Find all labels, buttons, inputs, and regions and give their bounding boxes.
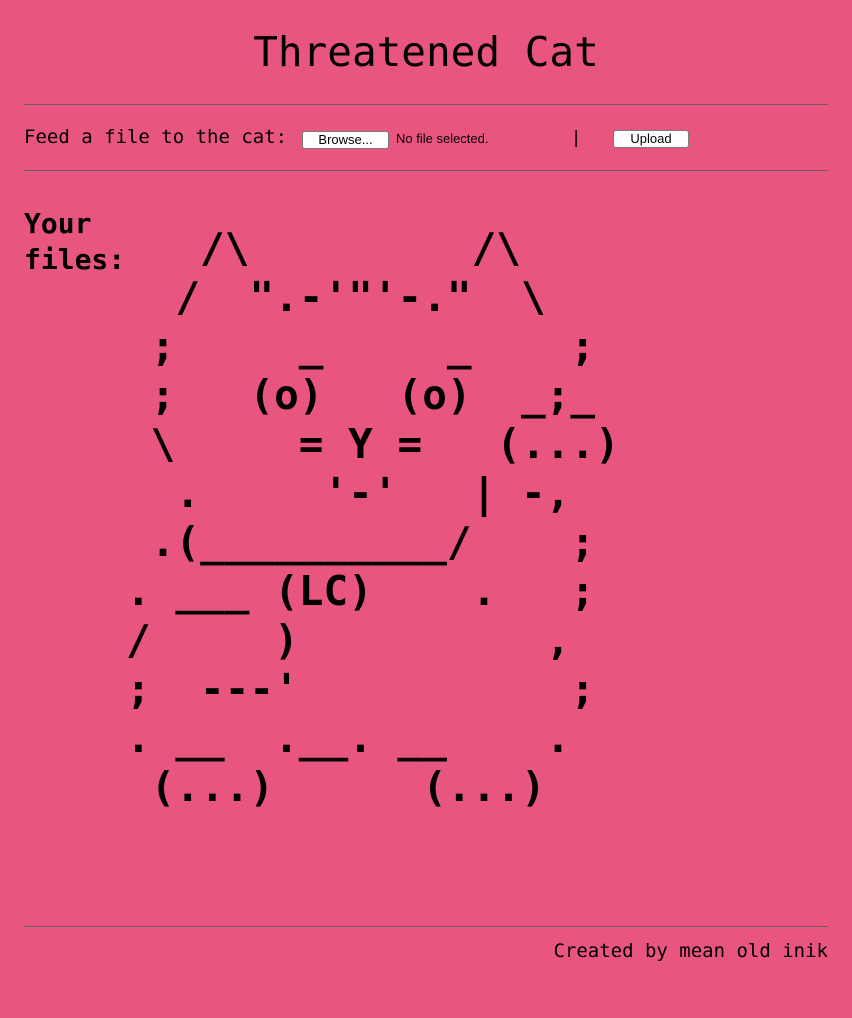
footer-divider: [24, 926, 828, 927]
browse-button[interactable]: Browse...: [302, 131, 389, 149]
upload-divider: [24, 170, 828, 171]
page-title: Threatened Cat: [253, 28, 599, 76]
upload-form: Feed a file to the cat: Browse... No fil…: [24, 124, 828, 150]
footer-credit: Created by mean old inik: [553, 940, 828, 962]
top-divider: [24, 104, 828, 105]
file-status-text: No file selected.: [396, 131, 489, 146]
upload-button[interactable]: Upload: [613, 130, 689, 148]
text-cursor: |: [571, 128, 582, 148]
feed-file-label: Feed a file to the cat:: [24, 126, 288, 148]
ascii-cat-art: /\ /\ / ".-'"'-." \ ; _ _ ; ; (o) (o) _;…: [126, 224, 620, 811]
